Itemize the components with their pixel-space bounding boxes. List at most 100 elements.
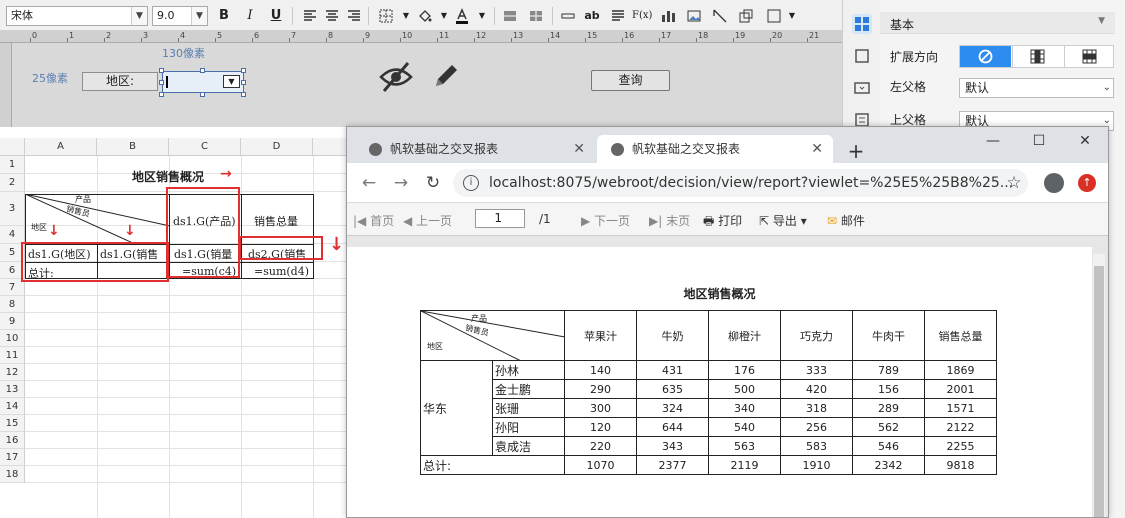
font-color-icon[interactable] [452,6,472,26]
select-all-corner[interactable] [0,138,25,156]
chevron-down-icon[interactable]: ▼ [396,6,416,26]
eye-off-icon[interactable] [378,60,414,94]
text-cell-button[interactable]: ab [582,6,602,26]
mail-button[interactable]: ✉ 邮件 [827,212,865,229]
close-icon[interactable]: ✕ [573,135,585,163]
forward-icon[interactable]: → [391,173,411,193]
chart-icon[interactable] [658,6,678,26]
query-button[interactable]: 查询 [591,70,670,91]
italic-button[interactable]: I [240,6,260,26]
chevron-down-icon[interactable]: ▼ [472,6,492,26]
expand-vertical-option[interactable] [1012,46,1063,67]
row-header-10[interactable]: 10 [0,330,25,347]
profile-avatar-icon[interactable] [1044,173,1064,193]
column-header-a[interactable]: A [25,138,97,156]
vertical-scrollbar[interactable] [1093,254,1105,517]
browser-tab-2[interactable]: 帆软基础之交叉报表 ✕ [597,135,833,163]
prev-page-button[interactable]: ◀ 上一页 [403,212,452,229]
row-header-17[interactable]: 17 [0,449,25,466]
column-header-b[interactable]: B [97,138,169,156]
widget-icon[interactable] [852,78,872,98]
row-header-8[interactable]: 8 [0,296,25,313]
resize-handle[interactable] [200,92,205,97]
row-header-12[interactable]: 12 [0,364,25,381]
column-header-empty[interactable] [313,138,348,156]
align-left-icon[interactable] [300,6,320,26]
cell-d5[interactable]: =sum(d4) [254,265,309,278]
last-page-button[interactable]: ▶| 末页 [649,212,690,229]
resize-handle[interactable] [241,80,246,85]
bold-button[interactable]: B [214,6,234,26]
basic-section-header[interactable]: 基本 ▼ [880,12,1115,34]
resize-handle[interactable] [159,68,164,73]
resize-handle[interactable] [241,92,246,97]
export-button[interactable]: ⇱ 导出 ▾ [759,212,807,229]
cell-element-icon[interactable] [764,6,784,26]
column-header-c[interactable]: C [169,138,241,156]
expand-none-option[interactable] [960,46,1011,67]
back-icon[interactable]: ← [359,173,379,193]
next-page-button[interactable]: ▶ 下一页 [581,212,630,229]
cell-d3[interactable]: 销售总量 [254,213,298,229]
browser-tab-1[interactable]: 帆软基础之交叉报表 ✕ [355,135,595,163]
maximize-icon[interactable]: ☐ [1029,133,1049,153]
row-header-16[interactable]: 16 [0,432,25,449]
reload-icon[interactable]: ↻ [423,173,443,193]
fill-color-icon[interactable] [414,6,434,26]
close-icon[interactable]: ✕ [811,135,823,163]
insert-row-icon[interactable] [558,6,578,26]
page-number-input[interactable]: 1 [475,209,525,228]
row-header-14[interactable]: 14 [0,398,25,415]
underline-button[interactable]: U [266,6,286,26]
font-family-select[interactable]: 宋体 ▼ [6,6,148,26]
expand-horizontal-option[interactable] [1064,46,1114,67]
cell-attributes-icon[interactable] [852,14,872,34]
region-label-widget[interactable]: 地区: [82,72,158,91]
print-button[interactable]: 🖶 打印 [703,212,742,233]
merge-cells-icon[interactable] [500,6,520,26]
scrollbar-thumb[interactable] [1094,266,1104,517]
formula-button[interactable]: F(x) [632,6,652,26]
row-header-15[interactable]: 15 [0,415,25,432]
split-cells-icon[interactable] [526,6,546,26]
align-center-icon[interactable] [322,6,342,26]
bookmark-star-icon[interactable]: ☆ [1004,173,1024,193]
font-size-select[interactable]: 9.0 ▼ [152,6,208,26]
row-header-18[interactable]: 18 [0,466,25,483]
left-parent-select[interactable]: 默认 ⌄ [959,78,1114,98]
style-icon[interactable] [852,46,872,66]
dropdown-button-icon[interactable]: ▼ [223,75,240,88]
minimize-icon[interactable]: — [983,133,1003,153]
designer-title[interactable]: 地区销售概况 [132,168,204,185]
paragraph-icon[interactable] [608,6,628,26]
chevron-down-icon[interactable]: ▼ [434,6,454,26]
row-header-1[interactable]: 1 [0,156,25,174]
column-header-d[interactable]: D [241,138,313,156]
resize-handle[interactable] [241,68,246,73]
close-window-icon[interactable]: ✕ [1075,133,1095,153]
resize-handle[interactable] [159,80,164,85]
image-icon[interactable] [684,6,704,26]
row-header-11[interactable]: 11 [0,347,25,364]
pencil-icon[interactable] [430,60,462,92]
align-right-icon[interactable] [344,6,364,26]
row-header-2[interactable]: 2 [0,174,25,192]
url-input[interactable]: i localhost:8075/webroot/decision/view/r… [453,169,1028,197]
border-icon[interactable] [376,6,396,26]
designer-header-product[interactable]: 产品 [75,194,91,205]
update-icon[interactable]: ↑ [1078,174,1096,192]
resize-handle[interactable] [200,68,205,73]
new-tab-icon[interactable]: + [846,139,866,163]
designer-header-region[interactable]: 地区 [31,222,47,233]
row-header-3[interactable]: 3 [0,192,25,226]
resize-handle[interactable] [159,92,164,97]
region-combobox-widget[interactable]: ▼ [162,71,244,93]
chevron-down-icon[interactable]: ▼ [782,6,802,26]
first-page-button[interactable]: |◀ 首页 [353,212,394,229]
info-icon[interactable]: i [463,175,479,191]
row-header-9[interactable]: 9 [0,313,25,330]
slash-icon[interactable] [710,6,730,26]
sub-report-icon[interactable] [736,6,756,26]
report-design-grid[interactable]: A B C D 1 2 3 4 5 6 7 8 9 10 11 12 13 14 15 16 17 18 地区销售… [0,138,348,518]
row-header-13[interactable]: 13 [0,381,25,398]
